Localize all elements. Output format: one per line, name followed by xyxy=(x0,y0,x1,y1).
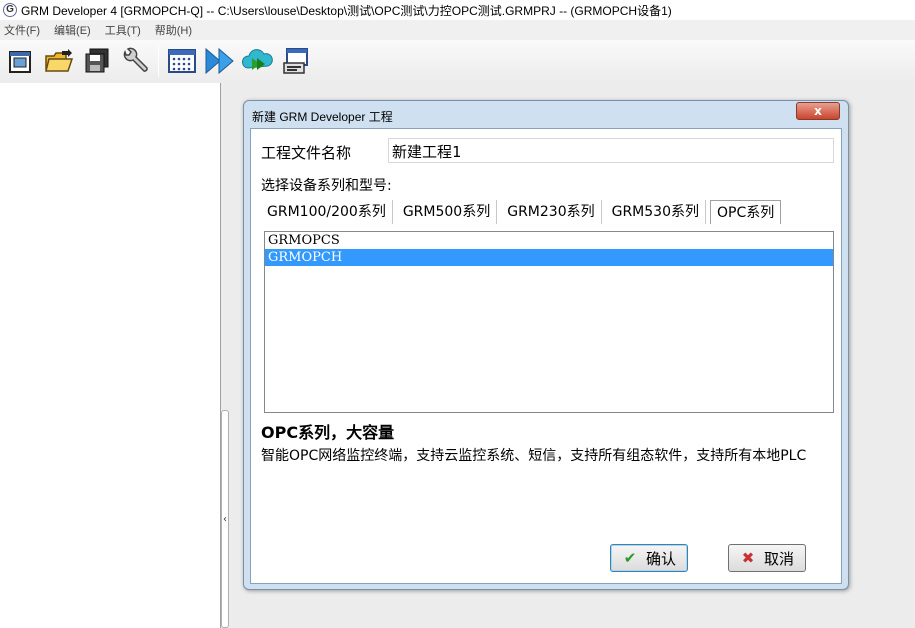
toolbar-separator xyxy=(158,45,159,77)
cross-icon: ✖ xyxy=(741,549,755,567)
cancel-button[interactable]: ✖ 取消 xyxy=(728,544,806,572)
settings-wrench-icon xyxy=(123,47,148,72)
dialog-body: 工程文件名称 新建工程1 选择设备系列和型号: GRM100/200系列 GRM… xyxy=(250,128,842,584)
device-monitor-icon xyxy=(283,48,308,74)
device-select-label: 选择设备系列和型号: xyxy=(261,178,392,194)
new-project-button[interactable] xyxy=(4,44,38,78)
compile-grid-icon xyxy=(168,49,196,73)
app-logo-icon: G xyxy=(3,3,17,17)
dialog-close-button[interactable]: x xyxy=(796,102,840,120)
series-description-text: 智能OPC网络监控终端，支持云监控系统、短信，支持所有组态软件，支持所有本地PL… xyxy=(261,448,807,464)
confirm-button[interactable]: ✔ 确认 xyxy=(610,544,688,572)
device-monitor-button[interactable] xyxy=(279,44,313,78)
list-item[interactable]: GRMOPCS xyxy=(265,232,833,249)
window-title: GRM Developer 4 [GRMOPCH-Q] -- C:\Users\… xyxy=(21,3,672,18)
cloud-download-icon xyxy=(242,49,273,70)
tab-opc[interactable]: OPC系列 xyxy=(710,200,782,224)
device-model-list[interactable]: GRMOPCS GRMOPCH xyxy=(264,231,834,413)
save-icon xyxy=(85,48,109,73)
list-item-selected[interactable]: GRMOPCH xyxy=(265,249,833,266)
toolbar xyxy=(0,40,915,82)
cancel-button-label: 取消 xyxy=(763,549,794,568)
device-series-tabs: GRM100/200系列 GRM500系列 GRM230系列 GRM530系列 … xyxy=(261,200,785,224)
cloud-download-button[interactable] xyxy=(241,44,275,78)
menu-help[interactable]: 帮助(H) xyxy=(155,22,192,38)
new-project-icon xyxy=(9,51,31,73)
window-titlebar: G GRM Developer 4 [GRMOPCH-Q] -- C:\User… xyxy=(0,0,915,20)
project-tree-panel[interactable] xyxy=(0,83,221,628)
download-button[interactable] xyxy=(203,44,237,78)
open-folder-icon xyxy=(45,49,74,72)
checkmark-icon: ✔ xyxy=(623,549,637,567)
settings-button[interactable] xyxy=(118,44,152,78)
project-name-label: 工程文件名称 xyxy=(261,144,352,162)
tab-grm530[interactable]: GRM530系列 xyxy=(606,200,706,224)
compile-button[interactable] xyxy=(165,44,199,78)
new-project-dialog: 新建 GRM Developer 工程 x 工程文件名称 新建工程1 选择设备系… xyxy=(243,100,849,590)
dialog-title: 新建 GRM Developer 工程 xyxy=(252,110,393,124)
confirm-button-label: 确认 xyxy=(645,549,676,568)
menu-bar: 文件(F) 编辑(E) 工具(T) 帮助(H) xyxy=(0,20,915,40)
menu-edit[interactable]: 编辑(E) xyxy=(54,22,91,38)
series-description-title: OPC系列，大容量 xyxy=(261,423,395,442)
save-button[interactable] xyxy=(80,44,114,78)
menu-file[interactable]: 文件(F) xyxy=(4,22,40,38)
tab-grm230[interactable]: GRM230系列 xyxy=(501,200,602,224)
menu-tools[interactable]: 工具(T) xyxy=(105,22,141,38)
tab-grm100-200[interactable]: GRM100/200系列 xyxy=(261,200,393,224)
tab-grm500[interactable]: GRM500系列 xyxy=(397,200,498,224)
download-arrows-icon xyxy=(205,47,234,75)
panel-splitter[interactable]: ‹ xyxy=(221,410,229,628)
project-name-input[interactable]: 新建工程1 xyxy=(388,138,834,163)
open-project-button[interactable] xyxy=(42,44,76,78)
